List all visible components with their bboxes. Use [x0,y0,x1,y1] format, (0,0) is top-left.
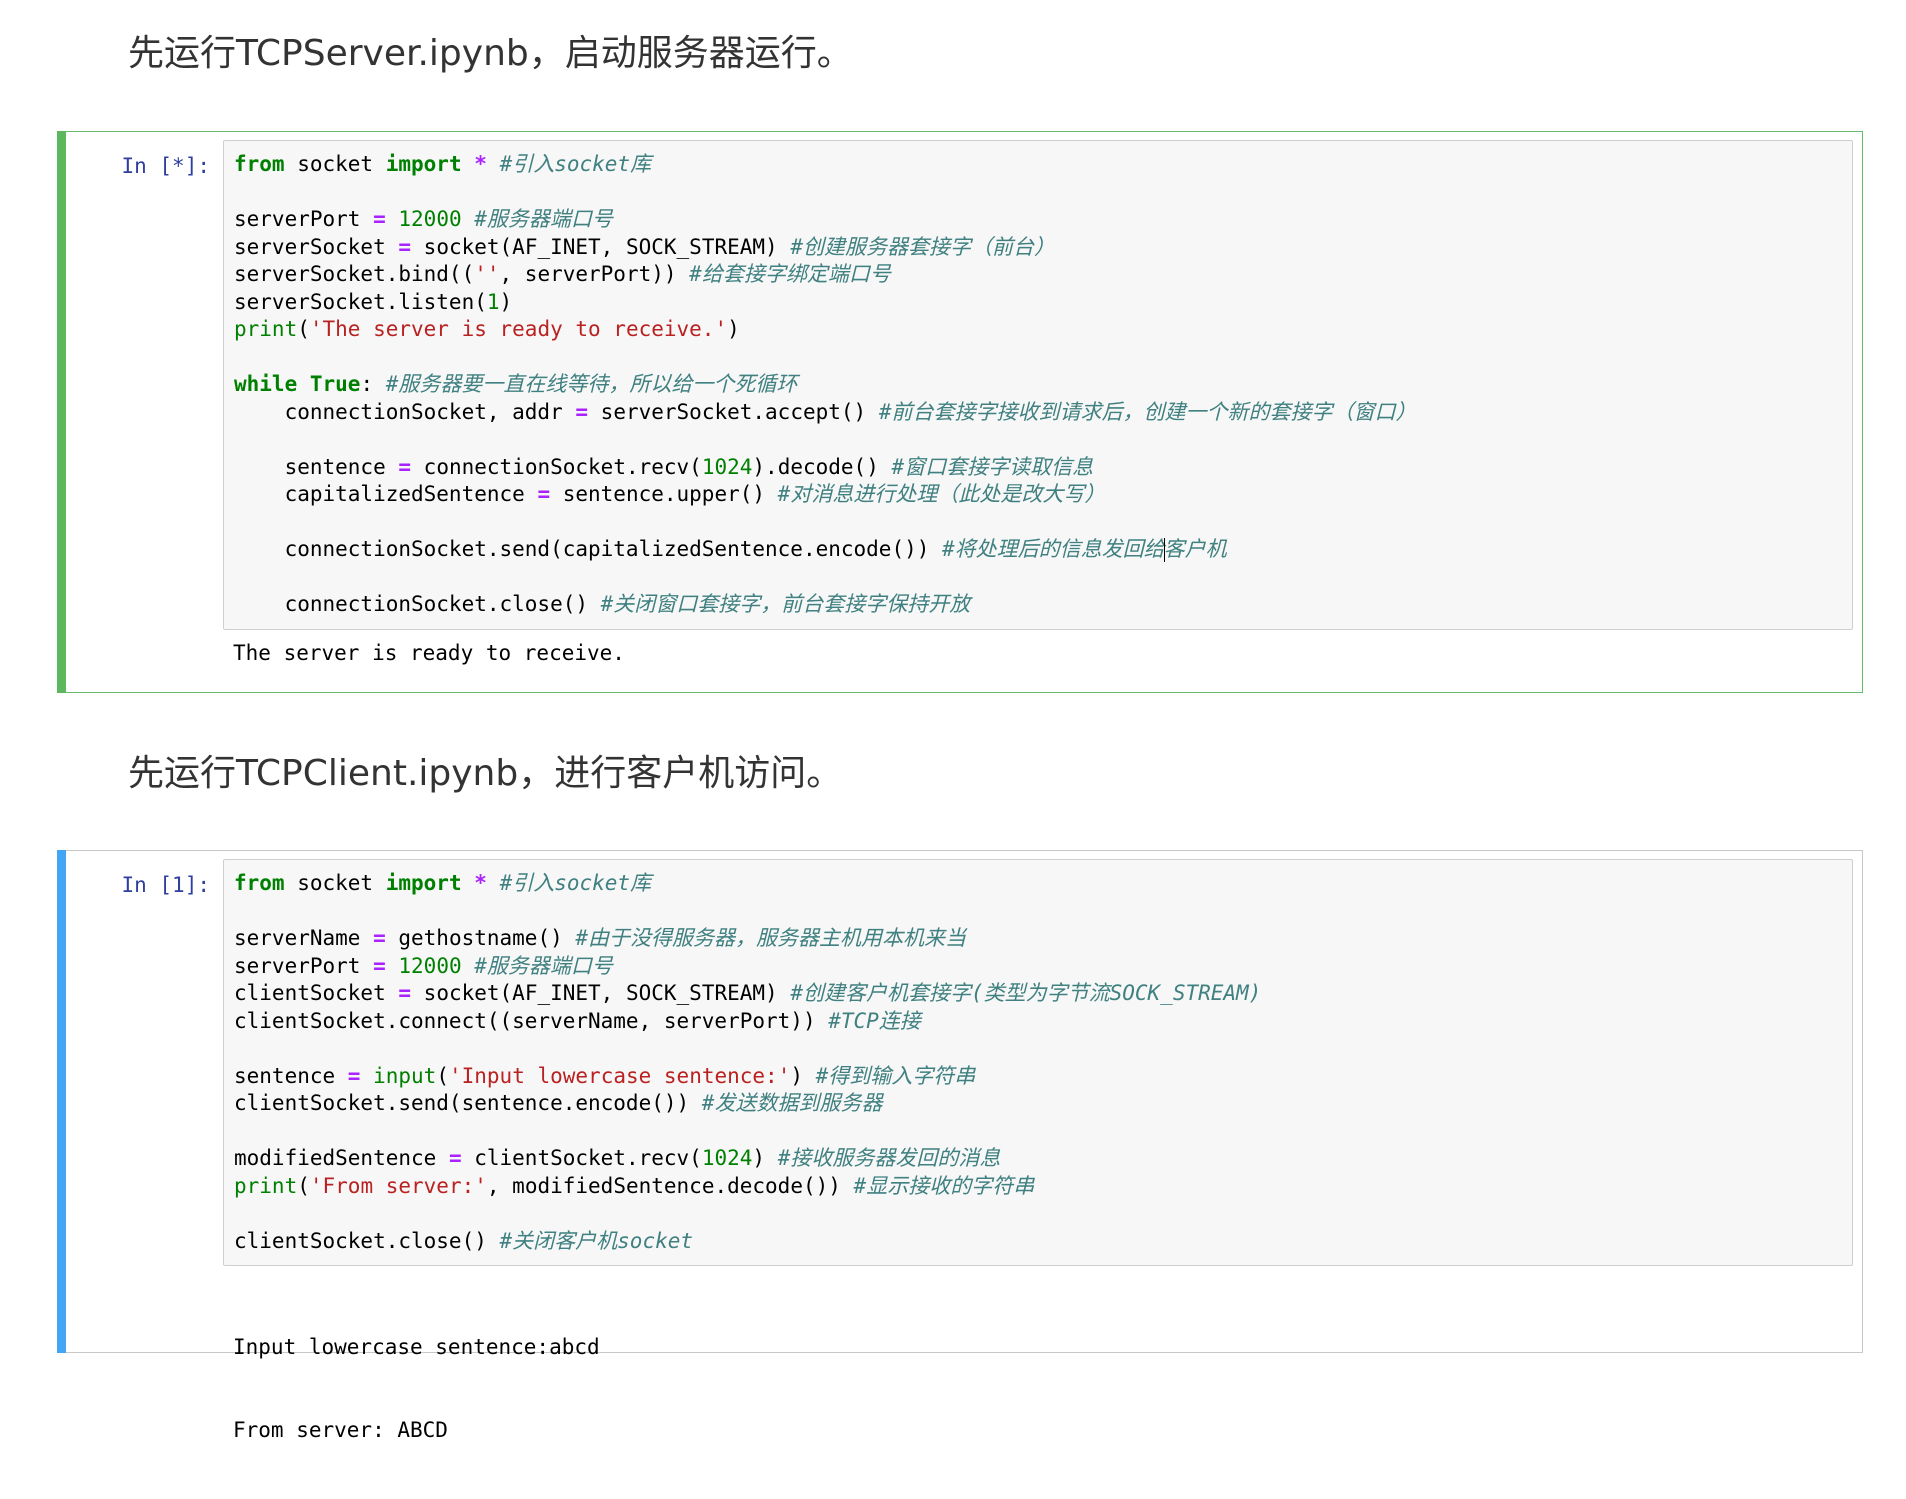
code-line: connectionSocket, addr = serverSocket.ac… [234,399,1417,424]
code-line: modifiedSentence = clientSocket.recv(102… [234,1146,1001,1170]
cell-output: The server is ready to receive. [233,641,625,665]
code-line: clientSocket.send(sentence.encode()) #发送… [234,1091,883,1115]
code-line: serverPort = 12000 #服务器端口号 [234,953,613,978]
input-prompt: In [*]: [121,154,210,178]
code-editor[interactable]: from socket import * #引入socket库 serverPo… [223,140,1853,630]
cell-edit-indicator [57,131,66,693]
code-line: clientSocket.connect((serverName, server… [234,1008,921,1033]
code-line: print('The server is ready to receive.') [234,317,740,341]
code-line: clientSocket = socket(AF_INET, SOCK_STRE… [234,981,1262,1005]
code-cell-server[interactable]: In [*]: from socket import * #引入socket库 … [57,131,1863,693]
code-line: while True: #服务器要一直在线等待，所以给一个死循环 [234,372,798,396]
server-code[interactable]: from socket import * #引入socket库 serverPo… [234,151,1842,619]
cell-select-indicator [57,850,66,1353]
code-line: sentence = connectionSocket.recv(1024).d… [234,454,1094,479]
code-line: serverPort = 12000 #服务器端口号 [234,207,613,231]
code-cell-client[interactable]: In [1]: from socket import * #引入socket库 … [57,850,1863,1442]
output-line: From server: ABCD [233,1417,448,1442]
code-line: print('From server:', modifiedSentence.d… [234,1173,1035,1198]
code-line: capitalizedSentence = sentence.upper() #… [234,482,1106,506]
code-line: serverSocket = socket(AF_INET, SOCK_STRE… [234,234,1055,259]
code-line: connectionSocket.close() #关闭窗口套接字，前台套接字保… [234,592,971,616]
markdown-heading-client: 先运行TCPClient.ipynb，进行客户机访问。 [128,753,843,794]
code-line: connectionSocket.send(capitalizedSentenc… [234,537,1227,562]
code-line: from socket import * #引入socket库 [234,871,652,895]
code-line: serverName = gethostname() #由于没得服务器，服务器主… [234,926,967,950]
code-line: clientSocket.close() #关闭客户机socket [234,1228,694,1253]
code-line: sentence = input('Input lowercase senten… [234,1063,976,1088]
input-prompt: In [1]: [121,873,210,897]
output-line: Input lowercase sentence:abcd [233,1335,600,1359]
cell-output: Input lowercase sentence:abcd From serve… [233,1279,600,1499]
code-line: from socket import * #引入socket库 [234,152,652,176]
code-line: serverSocket.listen(1) [234,289,513,314]
code-line: serverSocket.bind(('', serverPort)) #给套接… [234,262,891,286]
code-editor[interactable]: from socket import * #引入socket库 serverNa… [223,859,1853,1266]
markdown-heading-server: 先运行TCPServer.ipynb，启动服务器运行。 [128,33,853,74]
client-code[interactable]: from socket import * #引入socket库 serverNa… [234,870,1842,1255]
